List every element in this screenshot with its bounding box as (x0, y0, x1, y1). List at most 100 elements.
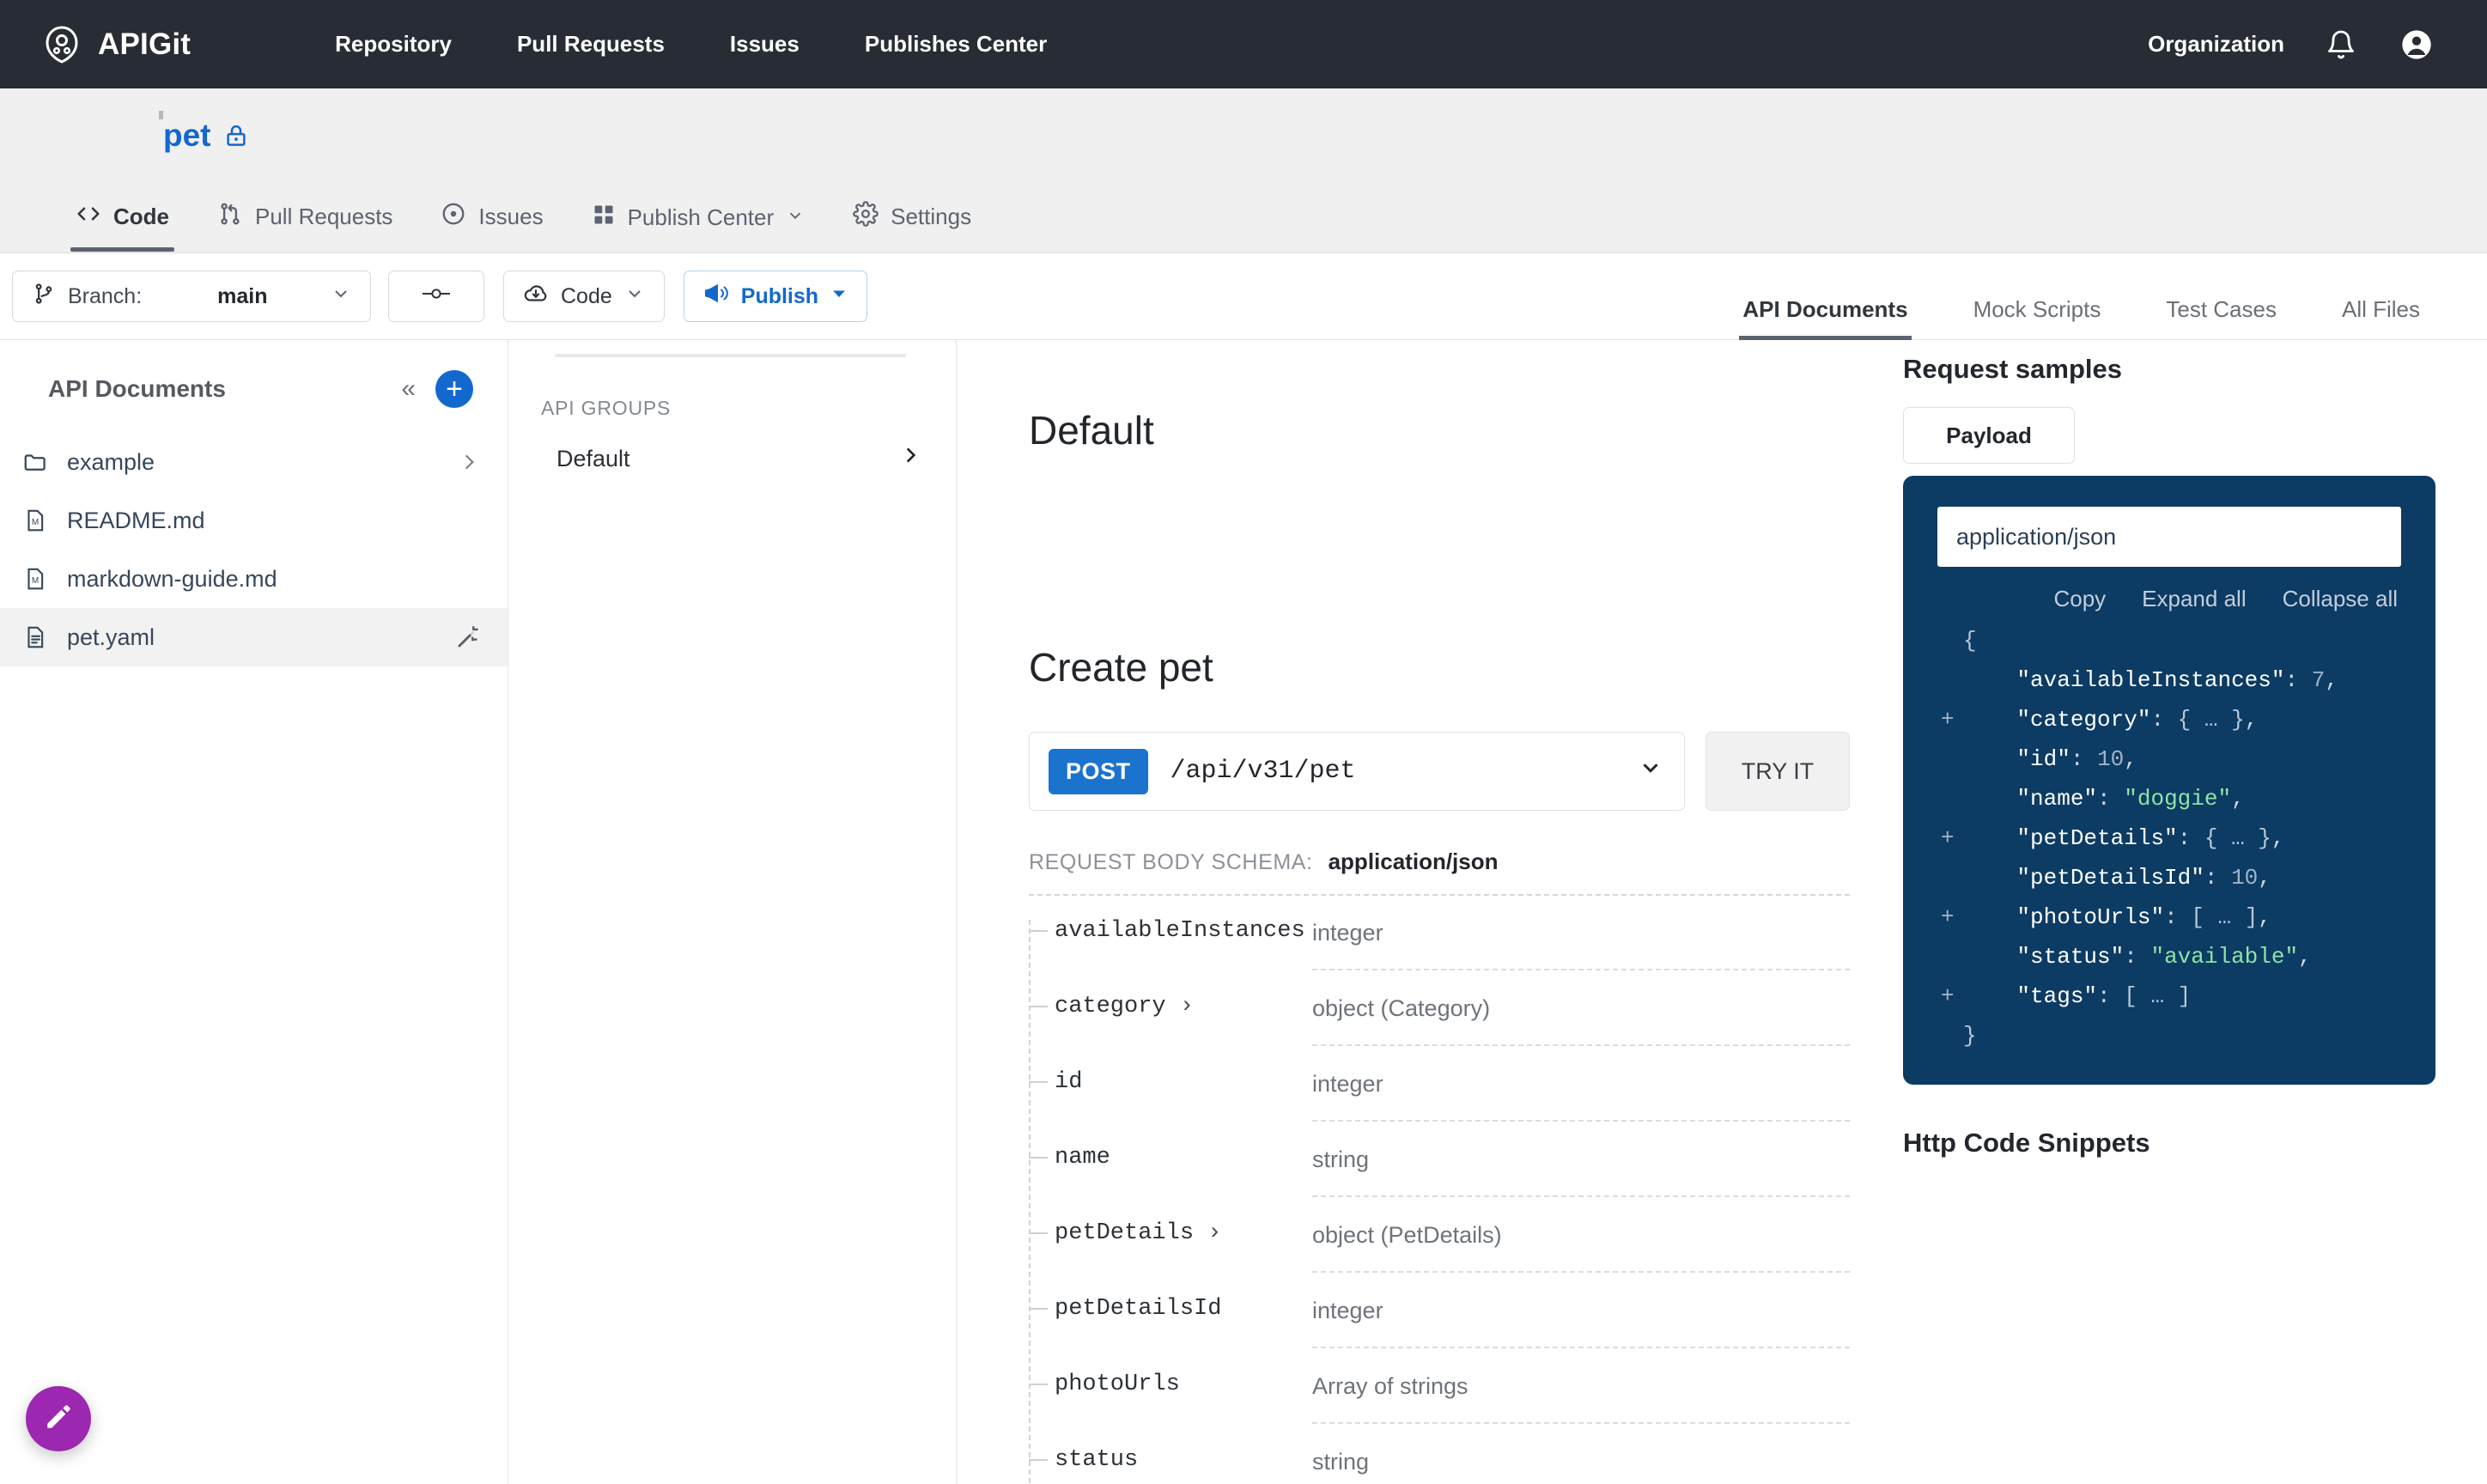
schema-field-row[interactable]: petDetails › object (PetDetails) (1055, 1198, 1850, 1274)
branch-selector[interactable]: Branch: main (12, 271, 371, 322)
tab-api-documents[interactable]: API Documents (1710, 253, 1940, 340)
expand-node-icon[interactable]: + (1941, 700, 1963, 739)
endpoint-selector[interactable]: POST /api/v31/pet (1029, 732, 1685, 811)
payload-tab[interactable]: Payload (1903, 407, 2075, 464)
file-item-readme[interactable]: M README.md (0, 491, 508, 550)
nav-repository[interactable]: Repository (302, 31, 484, 58)
pull-request-icon (217, 201, 243, 233)
repo-tab-issues[interactable]: Issues (417, 201, 567, 252)
json-token-key: "status" (2016, 944, 2124, 970)
json-token-brace: { … } (2178, 707, 2245, 733)
json-token-punc: , (2231, 786, 2245, 812)
divider (1312, 1347, 1850, 1348)
expand-node-icon[interactable]: + (1941, 976, 1963, 1016)
file-item-label: example (67, 449, 155, 476)
nav-publishes-center[interactable]: Publishes Center (832, 31, 1079, 58)
code-actions: Copy Expand all Collapse all (1922, 586, 2417, 612)
json-code-line: "id": 10, (1941, 739, 2417, 779)
code-indent (1963, 904, 2016, 930)
schema-field-type: integer (1312, 1274, 1850, 1324)
repo-tab-code[interactable]: Code (52, 201, 193, 252)
chevron-right-icon[interactable] (899, 444, 921, 473)
api-doc-area: Default Create pet POST /api/v31/pet TRY… (957, 340, 2487, 1484)
json-code-line: } (1941, 1016, 2417, 1055)
code-indent (1963, 786, 2016, 812)
document-file-icon (21, 624, 50, 650)
file-item-markdown-guide[interactable]: M markdown-guide.md (0, 550, 508, 608)
grid-icon (592, 203, 616, 233)
schema-field-type-wrap: integer (1312, 896, 1850, 970)
try-it-button[interactable]: TRY IT (1706, 732, 1850, 811)
schema-field-type-wrap: integer (1312, 1047, 1850, 1122)
caret-down-icon (830, 285, 848, 307)
code-indent (1963, 865, 2016, 891)
nav-issues[interactable]: Issues (697, 31, 832, 58)
collapse-all-button[interactable]: Collapse all (2283, 586, 2398, 612)
api-doc-main: Default Create pet POST /api/v31/pet TRY… (1029, 340, 1850, 1484)
file-sidebar-title: API Documents (48, 375, 226, 403)
magic-wand-icon[interactable] (453, 623, 480, 651)
chevron-right-icon[interactable] (458, 451, 480, 473)
apigit-logo-icon (41, 24, 82, 65)
json-token-punc: , (2245, 707, 2259, 733)
tab-test-cases[interactable]: Test Cases (2133, 253, 2309, 340)
expand-node-icon[interactable]: + (1941, 897, 1963, 937)
copy-button[interactable]: Copy (2053, 586, 2106, 612)
chevron-right-icon[interactable]: › (1207, 1220, 1221, 1246)
json-token-punc: : (2150, 707, 2177, 733)
chevron-double-left-icon[interactable]: « (401, 374, 435, 404)
json-token-key: "category" (2016, 707, 2150, 733)
markdown-file-icon: M (21, 566, 50, 592)
json-code-line: "availableInstances": 7, (1941, 660, 2417, 700)
account-icon[interactable] (2398, 26, 2435, 64)
tab-mock-scripts[interactable]: Mock Scripts (1941, 253, 2134, 340)
json-token-key: "petDetailsId" (2016, 865, 2204, 891)
bell-icon[interactable] (2322, 26, 2360, 64)
panel-scroll-indicator[interactable] (555, 354, 906, 357)
mime-type-select[interactable]: application/json (1937, 507, 2401, 567)
nav-organization[interactable]: Organization (2148, 31, 2284, 58)
json-sample-code[interactable]: { "availableInstances": 7,+ "category": … (1922, 621, 2417, 1055)
code-download-button[interactable]: Code (503, 271, 665, 322)
json-token-punc: : (2178, 825, 2204, 851)
plus-icon[interactable]: + (435, 370, 473, 408)
publish-button[interactable]: Publish (684, 271, 867, 322)
chevron-down-icon[interactable] (1638, 755, 1663, 788)
chevron-right-icon[interactable]: › (1180, 994, 1194, 1019)
lock-icon (223, 123, 249, 149)
schema-field-row: photoUrls Array of strings (1055, 1349, 1850, 1425)
repo-tab-publish-center[interactable]: Publish Center (568, 203, 830, 252)
tab-all-files[interactable]: All Files (2309, 253, 2453, 340)
schema-field-type-wrap: Array of strings (1312, 1349, 1850, 1424)
divider (1312, 1422, 1850, 1424)
nav-pull-requests[interactable]: Pull Requests (484, 31, 697, 58)
api-group-default[interactable]: Default (539, 444, 925, 473)
api-group-heading: Default (1029, 407, 1850, 453)
request-body-schema-row: REQUEST BODY SCHEMA: application/json (1029, 848, 1850, 875)
schema-field-name-text: category (1055, 994, 1166, 1019)
endpoint-row: POST /api/v31/pet TRY IT (1029, 732, 1850, 811)
api-groups-label: API GROUPS (539, 397, 925, 420)
schema-field-type: integer (1312, 896, 1850, 946)
commit-history-button[interactable] (388, 271, 484, 322)
code-gutter (1941, 1016, 1963, 1055)
edit-fab-button[interactable] (26, 1386, 91, 1451)
commit-icon (421, 283, 452, 311)
repo-name[interactable]: pet (163, 118, 211, 154)
expand-node-icon[interactable]: + (1941, 818, 1963, 858)
repo-tab-settings[interactable]: Settings (829, 201, 995, 252)
repo-toolbar: Branch: main Code (0, 253, 2487, 340)
repo-tab-pull-requests[interactable]: Pull Requests (193, 201, 417, 252)
brand[interactable]: APIGit (41, 24, 191, 65)
schema-field-type: string (1312, 1425, 1850, 1475)
file-item-pet-yaml[interactable]: pet.yaml (0, 608, 508, 666)
file-item-example[interactable]: example (0, 433, 508, 491)
code-gutter (1941, 779, 1963, 818)
schema-field-row[interactable]: category › object (Category) (1055, 971, 1850, 1047)
expand-all-button[interactable]: Expand all (2142, 586, 2246, 612)
publish-label: Publish (741, 284, 818, 309)
json-code-line: + "category": { … }, (1941, 700, 2417, 739)
repo-tab-code-label: Code (113, 204, 169, 230)
json-code-line: "name": "doggie", (1941, 779, 2417, 818)
request-sample-code-card: application/json Copy Expand all Collaps… (1903, 476, 2435, 1085)
